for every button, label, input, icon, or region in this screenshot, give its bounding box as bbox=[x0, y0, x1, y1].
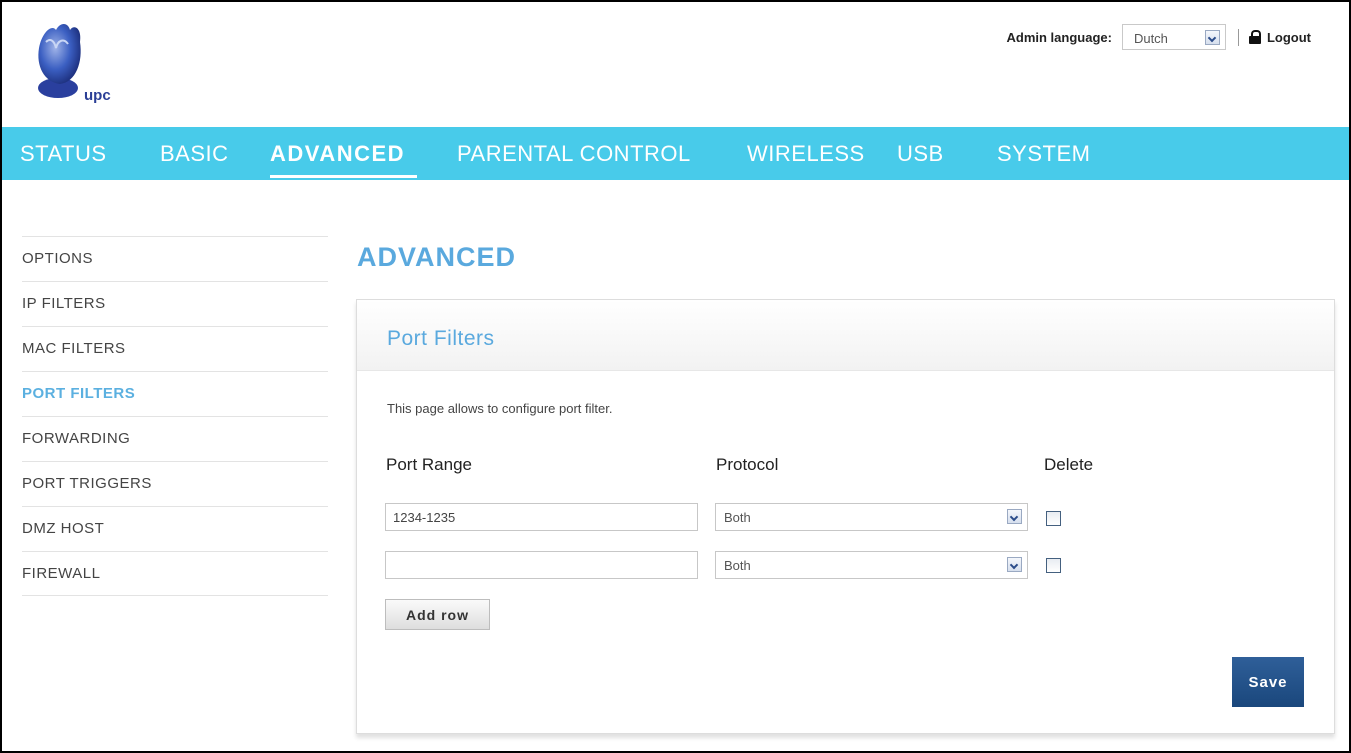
save-button[interactable]: Save bbox=[1232, 657, 1304, 707]
nav-usb[interactable]: USB bbox=[897, 141, 944, 167]
chevron-down-icon[interactable] bbox=[1007, 557, 1022, 572]
port-filters-panel: Port Filters This page allows to configu… bbox=[356, 299, 1335, 734]
delete-checkbox-2[interactable] bbox=[1046, 558, 1061, 573]
col-header-port-range: Port Range bbox=[386, 455, 472, 474]
sidebar-item-ip-filters[interactable]: IP FILTERS bbox=[22, 281, 328, 326]
chevron-down-icon[interactable] bbox=[1204, 30, 1220, 45]
panel-description: This page allows to configure port filte… bbox=[387, 401, 613, 416]
logout-link[interactable]: Logout bbox=[1267, 30, 1311, 45]
nav-wireless[interactable]: WIRELESS bbox=[747, 141, 865, 167]
nav-advanced[interactable]: ADVANCED bbox=[270, 141, 405, 167]
sidebar-item-options[interactable]: OPTIONS bbox=[22, 236, 328, 281]
protocol-select-2[interactable]: Both bbox=[715, 551, 1028, 579]
upc-logo: upc bbox=[38, 24, 111, 104]
col-header-delete: Delete bbox=[1044, 455, 1094, 474]
sidebar-item-dmz-host[interactable]: DMZ HOST bbox=[22, 506, 328, 551]
admin-language-label: Admin language: bbox=[1006, 29, 1112, 45]
port-range-input-1[interactable] bbox=[385, 503, 698, 531]
protocol-select-1-value: Both bbox=[724, 510, 751, 525]
chevron-down-icon[interactable] bbox=[1007, 509, 1022, 524]
lock-icon[interactable] bbox=[1248, 30, 1261, 44]
sidebar-item-forwarding[interactable]: FORWARDING bbox=[22, 416, 328, 461]
sidebar-item-port-triggers[interactable]: PORT TRIGGERS bbox=[22, 461, 328, 506]
sidebar-item-mac-filters[interactable]: MAC FILTERS bbox=[22, 326, 328, 371]
nav-system[interactable]: SYSTEM bbox=[997, 141, 1090, 167]
protocol-select-1[interactable]: Both bbox=[715, 503, 1028, 531]
nav-active-underline bbox=[270, 175, 417, 178]
admin-language-value: Dutch bbox=[1133, 31, 1168, 46]
router-admin-page: upc Admin language: Dutch Logout STATUS … bbox=[0, 0, 1351, 753]
nav-status[interactable]: STATUS bbox=[20, 141, 107, 167]
delete-checkbox-1[interactable] bbox=[1046, 511, 1061, 526]
sidebar-item-port-filters[interactable]: PORT FILTERS bbox=[22, 371, 328, 416]
main-nav: STATUS BASIC ADVANCED PARENTAL CONTROL W… bbox=[2, 127, 1349, 180]
header-divider bbox=[1237, 28, 1239, 46]
panel-title: Port Filters bbox=[357, 300, 1334, 371]
nav-parental-control[interactable]: PARENTAL CONTROL bbox=[457, 141, 691, 167]
sidebar-item-firewall[interactable]: FIREWALL bbox=[22, 551, 328, 596]
add-row-button[interactable]: Add row bbox=[385, 599, 490, 630]
admin-language-select[interactable]: Dutch bbox=[1121, 24, 1226, 50]
col-header-protocol: Protocol bbox=[716, 455, 779, 474]
protocol-select-2-value: Both bbox=[724, 558, 751, 573]
port-range-input-2[interactable] bbox=[385, 551, 698, 579]
sidebar: OPTIONS IP FILTERS MAC FILTERS PORT FILT… bbox=[22, 236, 328, 596]
nav-basic[interactable]: BASIC bbox=[160, 141, 229, 167]
page-title: ADVANCED bbox=[357, 242, 517, 272]
upc-logo-text: upc bbox=[84, 87, 111, 104]
admin-bar: Admin language: Dutch Logout bbox=[1006, 24, 1311, 50]
